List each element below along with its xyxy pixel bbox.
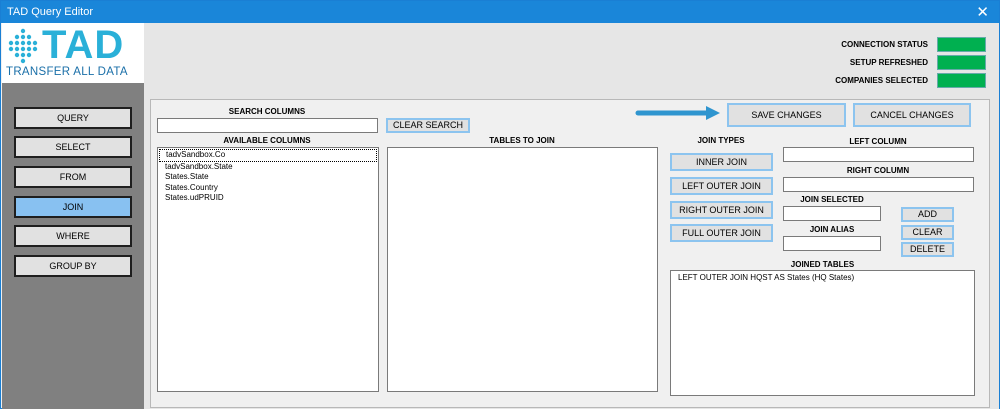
nav-where-button[interactable]: WHERE — [14, 225, 132, 247]
inner-join-button[interactable]: INNER JOIN — [670, 153, 773, 171]
connection-status-indicator — [937, 37, 986, 52]
nav-from-button[interactable]: FROM — [14, 166, 132, 188]
left-column-input[interactable] — [783, 147, 974, 162]
right-outer-join-button[interactable]: RIGHT OUTER JOIN — [670, 201, 773, 219]
join-selected-label: JOIN SELECTED — [800, 195, 864, 204]
joined-tables-label: JOINED TABLES — [790, 260, 855, 269]
full-outer-join-button[interactable]: FULL OUTER JOIN — [670, 224, 773, 242]
list-item[interactable]: tadvSandbox.State — [158, 162, 378, 173]
clear-search-button[interactable]: CLEAR SEARCH — [386, 118, 470, 133]
available-columns-label: AVAILABLE COLUMNS — [223, 136, 311, 145]
list-item[interactable]: States.Country — [158, 183, 378, 194]
logo-tagline: TRANSFER ALL DATA — [6, 66, 128, 78]
logo-diamond-icon — [8, 28, 38, 64]
query-editor-window: TAD Query Editor ✕ TAD TRANSFER ALL DATA… — [0, 0, 1000, 409]
nav-join-button[interactable]: JOIN — [14, 196, 132, 218]
list-item[interactable]: LEFT OUTER JOIN HQST AS States (HQ State… — [671, 273, 974, 284]
tables-to-join-label: TABLES TO JOIN — [489, 136, 555, 145]
join-alias-label: JOIN ALIAS — [809, 225, 855, 234]
list-item[interactable]: States.udPRUID — [158, 193, 378, 204]
title-bar: TAD Query Editor ✕ — [1, 1, 999, 23]
left-outer-join-button[interactable]: LEFT OUTER JOIN — [670, 177, 773, 195]
join-selected-input[interactable] — [783, 206, 881, 221]
join-panel: SEARCH COLUMNS CLEAR SEARCH AVAILABLE CO… — [150, 99, 990, 408]
sidebar: TAD TRANSFER ALL DATA QUERY SELECT FROM … — [2, 23, 144, 409]
arrow-right-icon — [635, 106, 720, 120]
logo-text: TAD — [42, 23, 125, 67]
setup-refreshed-indicator — [937, 55, 986, 70]
nav-group-by-button[interactable]: GROUP BY — [14, 255, 132, 277]
companies-selected-label: COMPANIES SELECTED — [835, 76, 928, 85]
delete-button[interactable]: DELETE — [901, 242, 954, 257]
clear-button[interactable]: CLEAR — [901, 225, 954, 240]
close-icon[interactable]: ✕ — [976, 3, 989, 21]
list-item[interactable]: States.State — [158, 172, 378, 183]
join-alias-input[interactable] — [783, 236, 881, 251]
main-area: CONNECTION STATUS SETUP REFRESHED COMPAN… — [144, 23, 999, 409]
add-button[interactable]: ADD — [901, 207, 954, 222]
connection-status-label: CONNECTION STATUS — [841, 40, 928, 49]
right-column-input[interactable] — [783, 177, 974, 192]
save-changes-button[interactable]: SAVE CHANGES — [727, 103, 846, 127]
available-columns-list[interactable]: tadvSandbox.Co tadvSandbox.State States.… — [157, 147, 379, 392]
nav-query-button[interactable]: QUERY — [14, 107, 132, 129]
setup-refreshed-label: SETUP REFRESHED — [849, 58, 928, 67]
join-types-label: JOIN TYPES — [697, 136, 745, 145]
search-columns-input[interactable] — [157, 118, 378, 133]
left-column-label: LEFT COLUMN — [849, 137, 907, 146]
right-column-label: RIGHT COLUMN — [846, 166, 910, 175]
tad-logo: TAD TRANSFER ALL DATA — [2, 23, 144, 83]
nav-select-button[interactable]: SELECT — [14, 136, 132, 158]
search-columns-label: SEARCH COLUMNS — [228, 107, 306, 116]
cancel-changes-button[interactable]: CANCEL CHANGES — [853, 103, 971, 127]
companies-selected-indicator — [937, 73, 986, 88]
window-title: TAD Query Editor — [7, 6, 93, 18]
joined-tables-list[interactable]: LEFT OUTER JOIN HQST AS States (HQ State… — [670, 270, 975, 396]
list-item[interactable]: tadvSandbox.Co — [159, 149, 377, 162]
tables-to-join-list[interactable] — [387, 147, 658, 392]
